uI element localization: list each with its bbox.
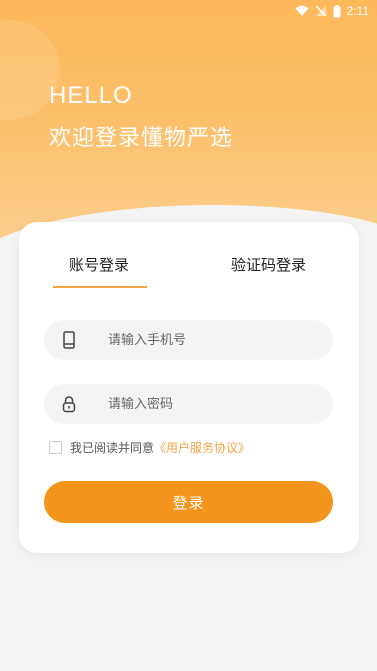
user-agreement-link[interactable]: 《用户服务协议》 <box>154 439 250 456</box>
agreement-text: 我已阅读并同意 <box>70 441 155 455</box>
phone-icon <box>60 331 78 349</box>
login-card: 账号登录 验证码登录 我已阅读并同意 《用户服务协议》 登录 <box>19 222 359 553</box>
status-bar: 2:11 <box>0 0 377 22</box>
tab-account-login[interactable]: 账号登录 <box>69 254 129 275</box>
password-input[interactable] <box>108 396 308 412</box>
tab-code-login[interactable]: 验证码登录 <box>231 254 306 275</box>
status-time: 2:11 <box>346 4 369 18</box>
welcome-subtitle: 欢迎登录懂物严选 <box>49 126 234 151</box>
agreement-row: 我已阅读并同意 《用户服务协议》 <box>49 439 250 456</box>
agreement-checkbox[interactable] <box>49 441 62 454</box>
password-field[interactable] <box>44 384 333 424</box>
active-tab-indicator <box>53 286 147 288</box>
greeting-title: HELLO <box>49 82 133 109</box>
no-signal-icon <box>315 5 327 17</box>
lock-icon <box>60 395 78 413</box>
phone-field[interactable] <box>44 320 333 360</box>
phone-input[interactable] <box>108 332 308 348</box>
wifi-icon <box>295 5 309 17</box>
login-button[interactable]: 登录 <box>44 481 333 523</box>
battery-icon <box>333 4 341 18</box>
